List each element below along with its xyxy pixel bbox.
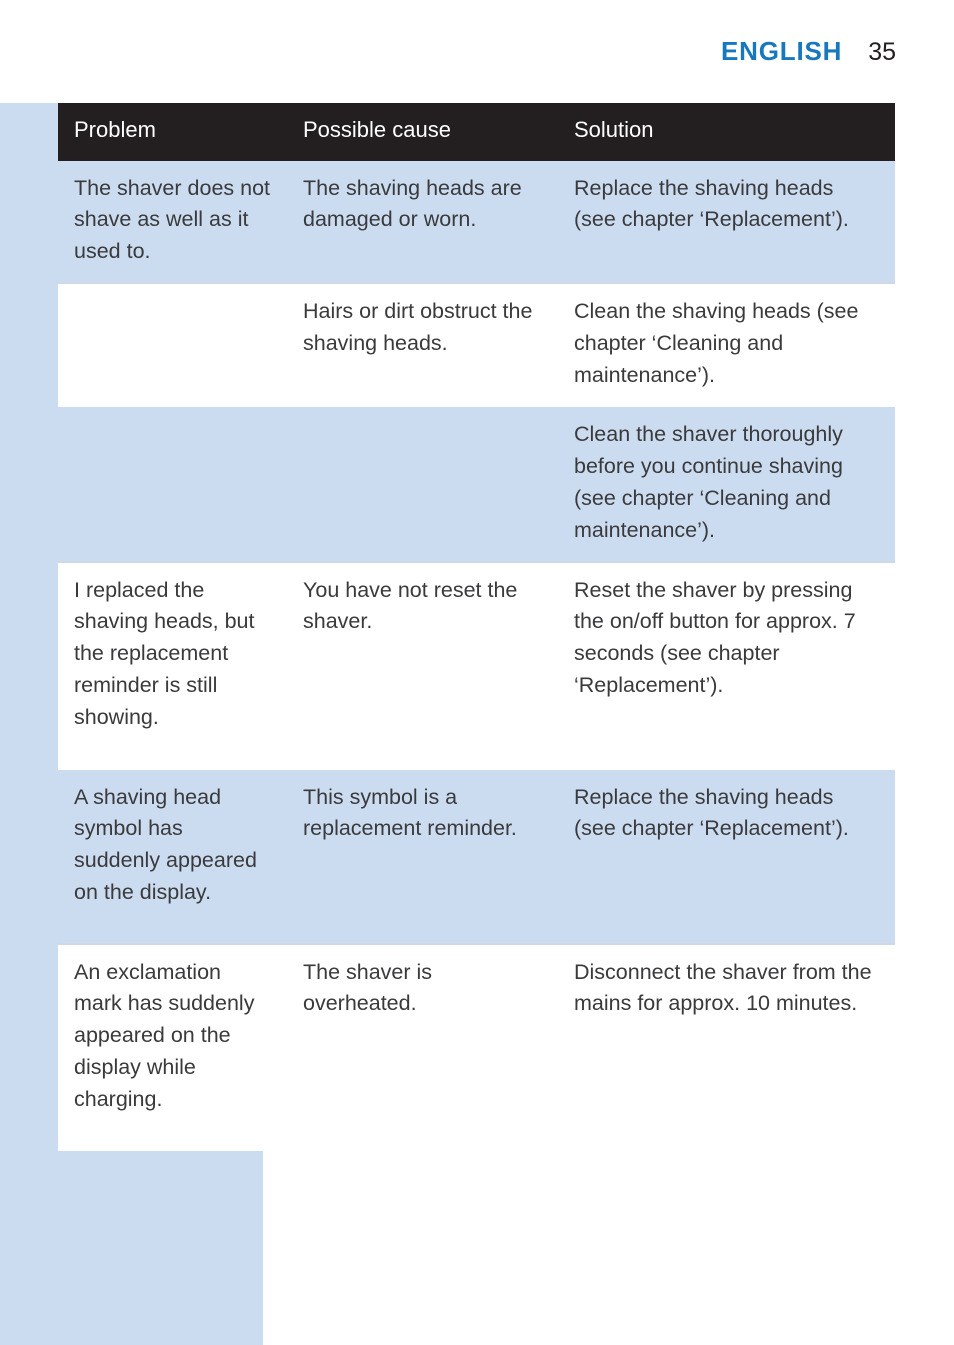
troubleshooting-table-container: Problem Possible cause Solution The shav… (58, 103, 895, 1151)
cell-solution: Replace the shaving heads (see chapter ‘… (558, 767, 895, 944)
table-row: A shaving head symbol has suddenly appea… (58, 767, 895, 944)
cell-problem (58, 281, 287, 407)
cell-cause: You have not reset the shaver. (287, 560, 558, 769)
cell-problem (58, 405, 287, 562)
cell-problem: The shaver does not shave as well as it … (58, 160, 287, 283)
cell-cause: Hairs or dirt obstruct the shaving heads… (287, 281, 558, 407)
left-margin-accent-bar-bottom (0, 1118, 263, 1345)
table-row: Clean the shaver thoroughly before you c… (58, 405, 895, 562)
page-header: ENGLISH 35 (721, 36, 896, 67)
cell-problem: I replaced the shaving heads, but the re… (58, 560, 287, 769)
column-header-solution: Solution (558, 103, 895, 161)
table-body: The shaver does not shave as well as it … (58, 160, 895, 1151)
language-title: ENGLISH (721, 36, 843, 66)
cell-solution: Reset the shaver by pressing the on/off … (558, 560, 895, 769)
table-row: The shaver does not shave as well as it … (58, 160, 895, 283)
column-header-problem: Problem (58, 103, 287, 161)
cell-solution: Clean the shaver thoroughly before you c… (558, 405, 895, 562)
table-row: I replaced the shaving heads, but the re… (58, 560, 895, 769)
cell-cause (287, 405, 558, 562)
cell-solution: Disconnect the shaver from the mains for… (558, 942, 895, 1151)
table-header: Problem Possible cause Solution (58, 103, 895, 161)
table-row: An exclamation mark has suddenly appeare… (58, 942, 895, 1151)
cell-cause: The shaver is overheated. (287, 942, 558, 1151)
cell-problem: A shaving head symbol has suddenly appea… (58, 767, 287, 944)
table-header-row: Problem Possible cause Solution (58, 103, 895, 161)
table-row: Hairs or dirt obstruct the shaving heads… (58, 281, 895, 407)
page-number: 35 (868, 38, 896, 66)
cell-problem: An exclamation mark has suddenly appeare… (58, 942, 287, 1151)
left-margin-accent-bar-top (0, 103, 58, 1118)
cell-solution: Clean the shaving heads (see chapter ‘Cl… (558, 281, 895, 407)
troubleshooting-table: Problem Possible cause Solution The shav… (58, 103, 895, 1151)
column-header-possible-cause: Possible cause (287, 103, 558, 161)
cell-solution: Replace the shaving heads (see chapter ‘… (558, 160, 895, 283)
cell-cause: The shaving heads are damaged or worn. (287, 160, 558, 283)
cell-cause: This symbol is a replacement reminder. (287, 767, 558, 944)
